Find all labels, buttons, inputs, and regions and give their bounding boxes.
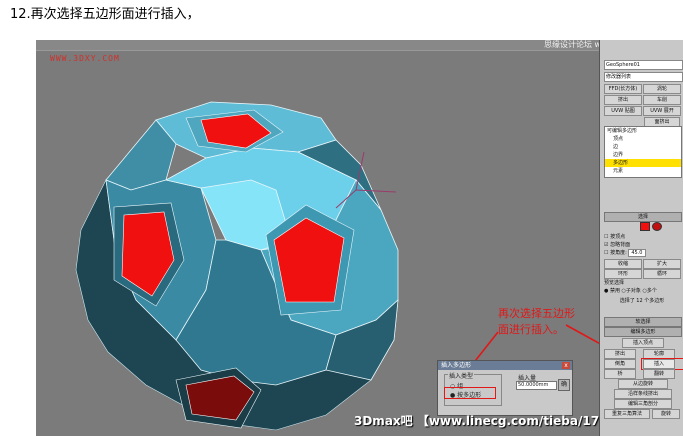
stack-polygon[interactable]: 多边形	[605, 159, 681, 167]
extrude-button[interactable]: 挤出	[604, 349, 636, 359]
inset-amount-field[interactable]: 50.0000mm	[516, 381, 557, 390]
hinge-from-edge-button[interactable]: 从边旋转	[618, 379, 668, 389]
ring-loop-row: 环形 循环	[604, 269, 681, 279]
turbosmooth-button[interactable]: 涡轮	[643, 84, 681, 94]
stack-element[interactable]: 元素	[605, 167, 681, 175]
ignore-backfacing-checkbox[interactable]: ☑ 忽略背面	[604, 241, 680, 249]
bridge-flip-row: 桥 翻转	[604, 369, 680, 379]
perspective-viewport[interactable]: WWW.3DXY.COM 思缘设计论坛 www.missyuan.com	[36, 40, 674, 436]
object-name-field[interactable]: GeoSphere01	[604, 60, 683, 70]
insert-vertex-button[interactable]: 插入顶点	[622, 338, 664, 348]
bevel-button[interactable]: 倒角	[604, 359, 636, 369]
shrink-grow-row: 收缩 扩大	[604, 259, 681, 269]
by-polygon-highlight	[444, 387, 496, 399]
edit-triangulation-button[interactable]: 编辑三角剖分	[614, 399, 672, 409]
stack-vertex[interactable]: 顶点	[605, 135, 681, 143]
by-vertex-checkbox[interactable]: ☐ 按顶点	[604, 233, 680, 241]
modifier-buttons-row3: UVW 贴图 UVW 展开	[604, 106, 681, 116]
edit-polygons-header[interactable]: 编辑多边形	[604, 327, 682, 337]
extrude-along-spline-button[interactable]: 沿样条线挤出	[614, 389, 672, 399]
shrink-button[interactable]: 收缩	[604, 259, 642, 269]
selection-rollout-header[interactable]: 选择	[604, 212, 682, 222]
dialog-title: 插入多边形	[438, 361, 572, 370]
extrude-mod-button[interactable]: 挤出	[604, 95, 642, 105]
retriangulate-turn-row: 重复三角算法 旋转	[604, 409, 680, 419]
modifier-buttons-row1: FFD(长方体) 涡轮	[604, 84, 681, 94]
step-caption: 12.再次选择五边形面进行插入，	[10, 7, 200, 22]
face-extrude-button[interactable]: 面挤出	[644, 117, 680, 127]
grow-button[interactable]: 扩大	[643, 259, 681, 269]
preview-selection-label: 预览选择	[604, 280, 625, 286]
dialog-close-button[interactable]: x	[562, 362, 570, 369]
stack-border[interactable]: 边界	[605, 151, 681, 159]
bottom-watermark: 3Dmax吧 【www.linecg.com/tieba/1771】	[354, 414, 628, 428]
modify-panel: GeoSphere01 修改器列表 FFD(长方体) 涡轮 挤出 车削 UVW …	[599, 40, 683, 436]
stack-edge[interactable]: 边	[605, 143, 681, 151]
lathe-button[interactable]: 车削	[643, 95, 681, 105]
inset-type-label: 插入类型	[448, 371, 475, 380]
modifier-stack[interactable]: 可编辑多边形 顶点 边 边界 多边形 元素	[604, 126, 682, 178]
uvw-map-button[interactable]: UVW 贴图	[604, 106, 642, 116]
bridge-button[interactable]: 桥	[604, 369, 636, 379]
extrude-outline-row: 挤出 轮廓	[604, 349, 680, 359]
uvw-unwrap-button[interactable]: UVW 展开	[643, 106, 681, 116]
retriangulate-button[interactable]: 重复三角算法	[604, 409, 650, 419]
screenshot-3dsmax: WWW.3DXY.COM 思缘设计论坛 www.missyuan.com	[36, 40, 683, 436]
ring-button[interactable]: 环形	[604, 269, 642, 279]
soft-selection-header[interactable]: 软选择	[604, 317, 682, 327]
selection-info: 选择了 12 个多边形	[619, 298, 665, 304]
subobject-icons	[604, 222, 680, 231]
polygon-mode-icon[interactable]	[640, 222, 650, 231]
modifier-list-dropdown[interactable]: 修改器列表	[604, 72, 683, 82]
modifier-buttons-row2: 挤出 车削	[604, 95, 681, 105]
ffd-button[interactable]: FFD(长方体)	[604, 84, 642, 94]
annotation-text: 再次选择五边形 面进行插入。	[498, 307, 575, 336]
turn-button[interactable]: 旋转	[652, 409, 680, 419]
loop-button[interactable]: 循环	[643, 269, 681, 279]
inset-polygons-dialog[interactable]: 插入多边形 x 插入类型 ○ 组 ● 按多边形 插入量 50.0000mm 确	[437, 360, 573, 416]
dialog-ok-button[interactable]: 确	[558, 379, 570, 391]
element-mode-icon[interactable]	[652, 222, 662, 231]
stack-editable-poly[interactable]: 可编辑多边形	[605, 127, 681, 135]
preview-options[interactable]: ● 禁用 ○子对象 ○多个	[604, 287, 680, 295]
flip-button[interactable]: 翻转	[643, 369, 675, 379]
by-angle-row[interactable]: ☐ 按角度: 45.0	[604, 249, 680, 257]
